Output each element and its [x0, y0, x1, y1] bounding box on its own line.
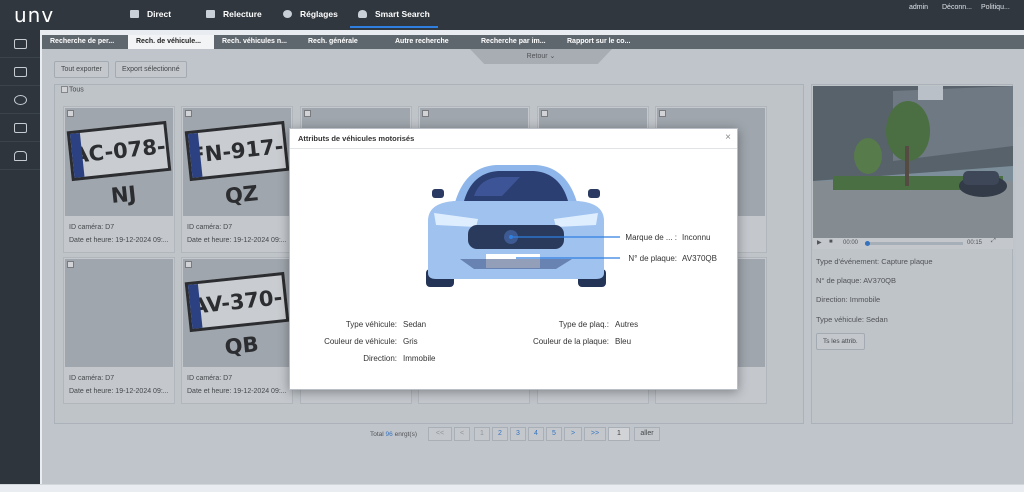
plate-color-value: Bleu [615, 337, 632, 346]
vehicle-type-value: Sedan [403, 320, 427, 329]
nav-smart-search[interactable]: Smart Search [350, 9, 438, 28]
vehicle-type-label: Type véhicule: [345, 320, 397, 329]
plate-color-label: Couleur de la plaque: [532, 337, 609, 346]
plate-label: N° de plaque: [628, 254, 677, 263]
left-sidebar [0, 30, 40, 492]
logout-link[interactable]: Déconn... [942, 4, 972, 11]
nav-smart-search-label: Smart Search [375, 9, 430, 19]
person-search-icon [358, 10, 367, 18]
tab-person-search[interactable]: Recherche de per... [42, 35, 129, 49]
sidebar-item-car[interactable] [0, 142, 40, 170]
tab-vehicle-search[interactable]: Rech. de véhicule... [128, 35, 214, 49]
camera-search-icon [13, 38, 27, 49]
sidebar-item-gauge[interactable] [0, 86, 40, 114]
sidebar-item-screen-search[interactable] [0, 114, 40, 142]
vehicle-attributes-dialog: Attributs de véhicules motorisés × Marqu… [289, 128, 738, 390]
gear-icon [283, 10, 292, 18]
vehicle-color-label: Couleur de véhicule: [324, 337, 397, 346]
status-bar [0, 484, 1024, 492]
car-icon [13, 150, 27, 161]
plate-type-label: Type de plaq.: [558, 320, 609, 329]
policy-link[interactable]: Politiqu... [981, 4, 1010, 11]
tab-other-search[interactable]: Autre recherche [387, 35, 473, 49]
screen-search-icon [13, 122, 27, 133]
nav-direct[interactable]: Direct [130, 9, 171, 19]
monitor-icon [130, 10, 139, 18]
nav-reglages[interactable]: Réglages [283, 9, 338, 19]
tab-report[interactable]: Rapport sur le co... [559, 35, 645, 49]
nav-relecture[interactable]: Relecture [206, 9, 262, 19]
nav-reglages-label: Réglages [300, 9, 338, 19]
gauge-icon [13, 94, 27, 105]
tab-image-search[interactable]: Recherche par im... [473, 35, 559, 49]
face-card-icon [13, 66, 27, 77]
nav-relecture-label: Relecture [223, 9, 262, 19]
search-tabs: Recherche de per... Rech. de véhicule...… [42, 35, 1024, 49]
nav-direct-label: Direct [147, 9, 172, 19]
direction-value: Immobile [403, 354, 436, 363]
film-icon [206, 10, 215, 18]
sidebar-item-camera-search[interactable] [0, 30, 40, 58]
tab-general-search[interactable]: Rech. générale [300, 35, 386, 49]
brand-logo[interactable]: unv [14, 3, 54, 27]
plate-value: AV370QB [682, 254, 717, 263]
tab-non-motor-search[interactable]: Rech. véhicules n... [214, 35, 300, 49]
sidebar-item-face-card[interactable] [0, 58, 40, 86]
brand-value: Inconnu [682, 233, 711, 242]
user-name[interactable]: admin [909, 4, 928, 11]
top-bar: unv Direct Relecture Réglages Smart Sear… [0, 0, 1024, 30]
vehicle-color-value: Gris [403, 337, 418, 346]
plate-type-value: Autres [615, 320, 639, 329]
direction-label: Direction: [363, 354, 397, 363]
brand-label: Marque de ... : [625, 233, 677, 242]
